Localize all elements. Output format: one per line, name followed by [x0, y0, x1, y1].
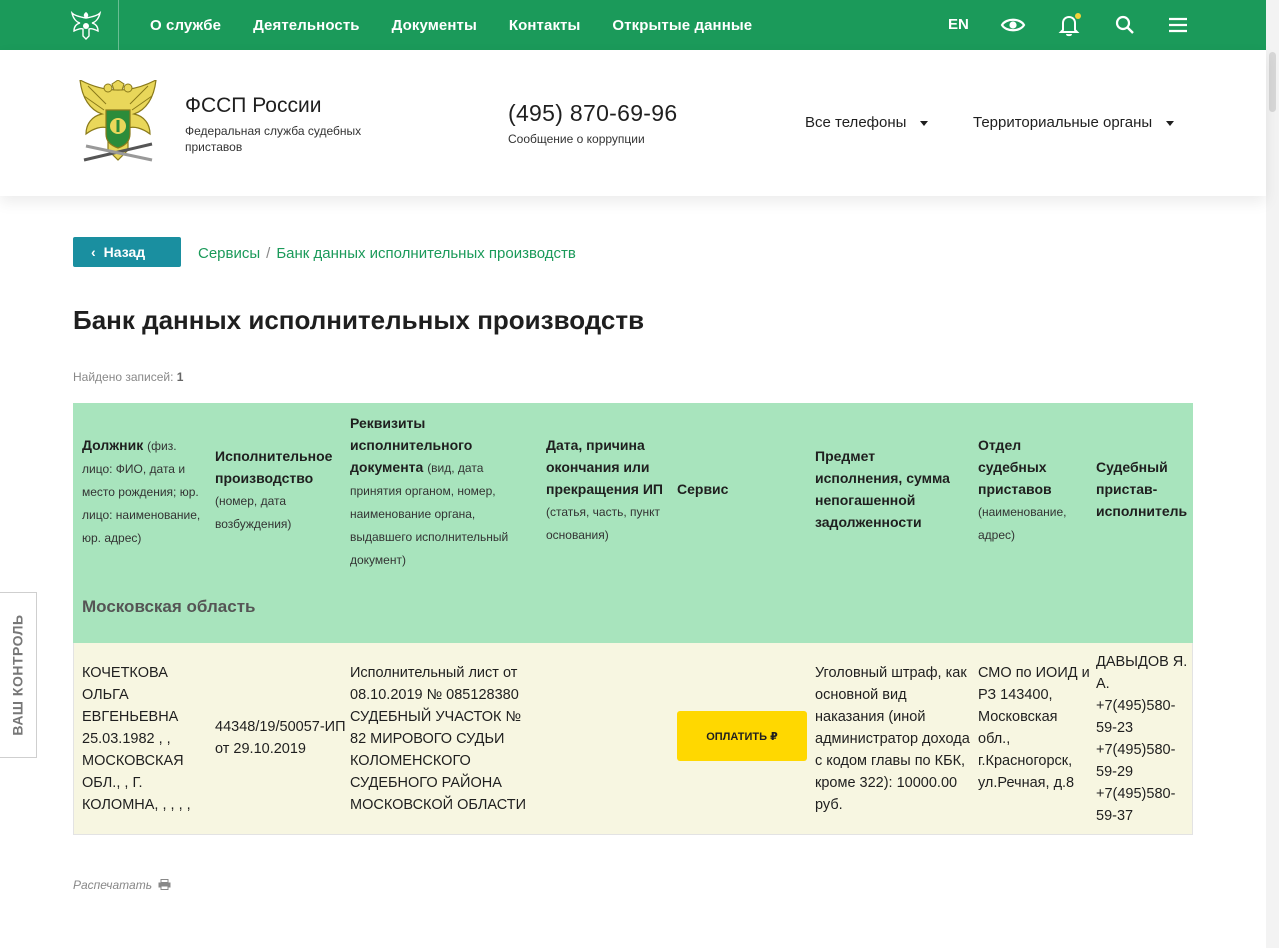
your-control-tab[interactable]: ВАШ КОНТРОЛЬ	[0, 592, 37, 758]
records-found-count: 1	[176, 370, 184, 384]
col-debtor: Должник (физ. лицо: ФИО, дата и место ро…	[82, 434, 210, 549]
cell-proceeding: 44348/19/50057-ИП от 29.10.2019	[215, 719, 346, 757]
all-phones-label: Все телефоны	[805, 114, 907, 131]
phone-caption: Сообщение о коррупции	[508, 132, 645, 146]
menu-icon[interactable]	[1165, 12, 1191, 38]
back-button[interactable]: ‹ Назад	[73, 237, 181, 267]
region-heading: Московская область	[82, 597, 256, 616]
records-found-label: Найдено записей:	[73, 370, 174, 384]
top-nav: О службе Деятельность Документы Контакты…	[150, 0, 784, 50]
org-subtitle: Федеральная служба судебных приставов	[185, 124, 362, 154]
col-department-title: Отдел судебных приставов	[978, 437, 1052, 497]
nav-activity[interactable]: Деятельность	[253, 17, 360, 34]
your-control-label: ВАШ КОНТРОЛЬ	[10, 614, 27, 736]
col-subject-title: Предмет исполнения, сумма непогашенной з…	[815, 448, 950, 530]
print-link[interactable]: Распечатать	[73, 878, 171, 892]
nav-documents[interactable]: Документы	[392, 17, 477, 34]
breadcrumb-separator: /	[266, 245, 271, 262]
col-department-note: (наименование, адрес)	[978, 505, 1067, 542]
territorial-label: Территориальные органы	[973, 114, 1153, 131]
org-name[interactable]: ФССП России	[185, 94, 321, 118]
eye-icon[interactable]	[1000, 12, 1026, 38]
col-debtor-title: Должник	[82, 437, 144, 453]
col-bailiff: Судебный пристав-исполнитель	[1096, 456, 1192, 522]
topbar-divider	[118, 0, 119, 50]
cell-debtor: КОЧЕТКОВА ОЛЬГА ЕВГЕНЬЕВНА 25.03.1982 , …	[82, 665, 191, 813]
breadcrumb-current[interactable]: Банк данных исполнительных производств	[276, 245, 576, 262]
page-title: Банк данных исполнительных производств	[73, 305, 645, 335]
chevron-left-icon: ‹	[91, 244, 96, 260]
pay-button[interactable]: ОПЛАТИТЬ ₽	[677, 711, 807, 761]
col-bailiff-title: Судебный пристав-исполнитель	[1096, 459, 1188, 519]
search-icon[interactable]	[1112, 12, 1138, 38]
back-label: Назад	[103, 244, 146, 260]
breadcrumb: Сервисы / Банк данных исполнительных произ…	[198, 245, 576, 262]
fssp-emblem-logo[interactable]	[78, 80, 158, 166]
cell-subject: Уголовный штраф, как основной вид наказа…	[815, 665, 970, 813]
site-header: ФССП России Федеральная служба судебных …	[0, 50, 1266, 196]
cell-document: Исполнительный лист от 08.10.2019 № 0851…	[350, 665, 526, 813]
hotline-phone[interactable]: (495) 870-69-96	[508, 100, 677, 127]
territorial-dropdown[interactable]: Территориальные органы	[973, 114, 1175, 131]
language-switch[interactable]: EN	[948, 16, 969, 33]
cell-bailiff: ДАВЫДОВ Я. А. +7(495)580-59-23 +7(495)58…	[1096, 654, 1188, 824]
col-proceeding-title: Исполнительное производство	[215, 448, 333, 486]
col-document: Реквизиты исполнительного документа (вид…	[350, 412, 530, 571]
breadcrumb-services[interactable]: Сервисы	[198, 245, 260, 262]
col-proceeding-note: (номер, дата возбуждения)	[215, 494, 292, 531]
col-end-date-title: Дата, причина окончания или прекращения …	[546, 437, 663, 497]
print-label: Распечатать	[73, 878, 153, 892]
all-phones-dropdown[interactable]: Все телефоны	[805, 114, 929, 131]
scrollbar[interactable]	[1266, 0, 1279, 948]
emblem-icon[interactable]	[70, 9, 102, 41]
cell-department: СМО по ИОИД и РЗ 143400, Московская обл.…	[978, 665, 1090, 791]
caret-down-icon	[1166, 120, 1175, 126]
caret-down-icon	[920, 120, 929, 126]
col-proceeding: Исполнительное производство (номер, дата…	[215, 445, 345, 535]
scrollbar-thumb[interactable]	[1269, 52, 1276, 112]
nav-contacts[interactable]: Контакты	[509, 17, 581, 34]
col-document-note: (вид, дата принятия органом, номер, наим…	[350, 461, 509, 567]
col-subject: Предмет исполнения, сумма непогашенной з…	[815, 445, 965, 533]
top-nav-bar: О службе Деятельность Документы Контакты…	[0, 0, 1266, 50]
col-service: Сервис	[677, 478, 797, 500]
col-end-date-note: (статья, часть, пункт основания)	[546, 505, 661, 542]
col-department: Отдел судебных приставов (наименование, …	[978, 434, 1086, 546]
printer-icon	[158, 879, 171, 890]
records-found: Найдено записей: 1	[73, 370, 183, 384]
nav-about[interactable]: О службе	[150, 17, 221, 34]
nav-open-data[interactable]: Открытые данные	[612, 17, 752, 34]
notification-dot	[1075, 13, 1081, 19]
col-end-date: Дата, причина окончания или прекращения …	[546, 434, 670, 546]
col-debtor-note: (физ. лицо: ФИО, дата и место рождения; …	[82, 439, 201, 545]
col-service-title: Сервис	[677, 481, 729, 497]
